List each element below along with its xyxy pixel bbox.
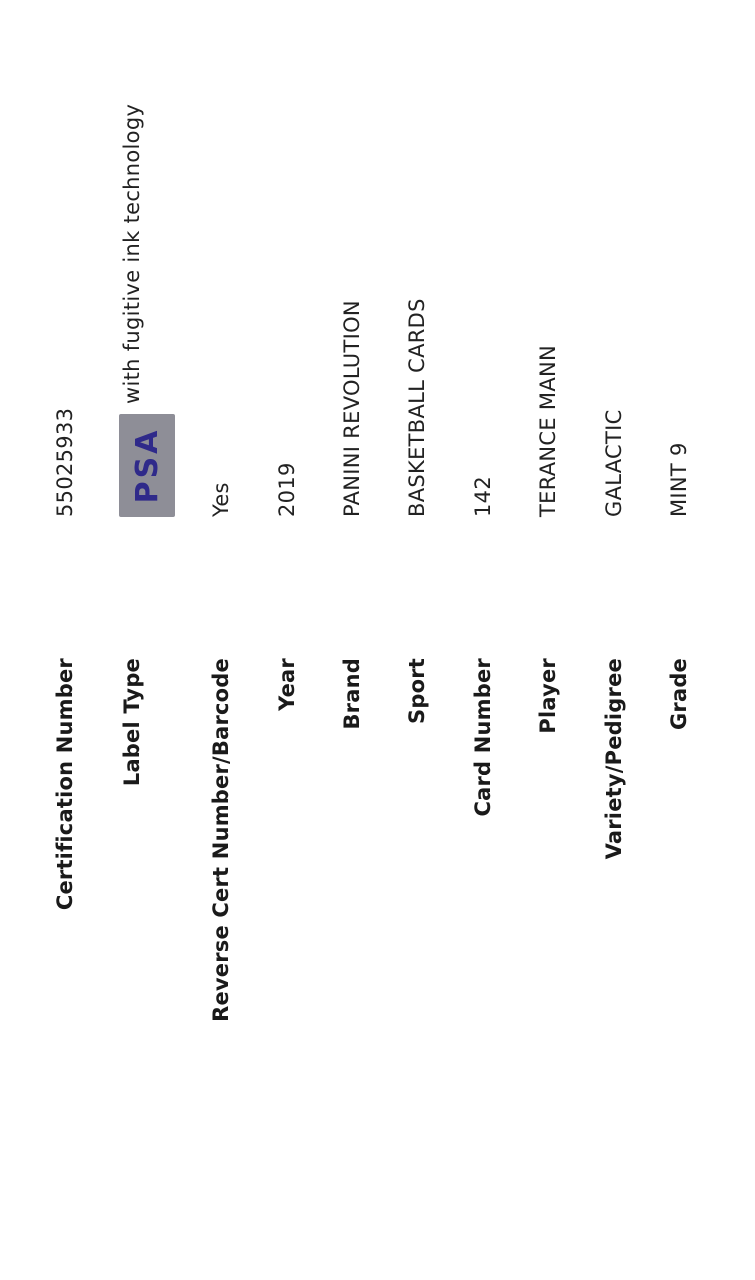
cert-row-year: Year 2019 xyxy=(270,0,310,1280)
row-label: Variety/Pedigree xyxy=(602,658,626,860)
row-value: PANINI REVOLUTION xyxy=(340,300,364,517)
row-label: Grade xyxy=(667,658,691,731)
row-label: Year xyxy=(275,658,299,711)
row-label: Certification Number xyxy=(53,658,77,911)
row-value: 2019 xyxy=(275,462,299,517)
cert-row-brand: Brand PANINI REVOLUTION xyxy=(335,0,375,1280)
cert-row-player: Player TERANCE MANN xyxy=(531,0,571,1280)
cert-row-grade: Grade MINT 9 xyxy=(662,0,702,1280)
cert-row-label-type: Label Type PSA with fugitive ink technol… xyxy=(115,0,179,1280)
cert-row-card-number: Card Number 142 xyxy=(466,0,506,1280)
cert-row-certification-number: Certification Number 55025933 xyxy=(48,0,88,1280)
row-value: with fugitive ink technology xyxy=(120,103,144,404)
cert-row-reverse-cert: Reverse Cert Number/Barcode Yes xyxy=(204,0,244,1280)
row-value: 55025933 xyxy=(53,407,77,517)
row-label: Player xyxy=(536,658,560,734)
row-label: Label Type xyxy=(120,658,144,787)
psa-logo-text: PSA xyxy=(129,427,165,504)
row-value: BASKETBALL CARDS xyxy=(405,298,429,517)
row-value: GALACTIC xyxy=(602,409,626,517)
row-value: TERANCE MANN xyxy=(536,344,560,517)
row-label: Brand xyxy=(340,658,364,730)
row-value: MINT 9 xyxy=(667,442,691,517)
row-label: Reverse Cert Number/Barcode xyxy=(209,658,233,1022)
row-value: 142 xyxy=(471,476,495,517)
psa-logo: PSA xyxy=(119,414,175,517)
cert-details-panel: Certification Number 55025933 Label Type… xyxy=(0,0,755,1280)
row-label: Card Number xyxy=(471,658,495,817)
cert-row-variety-pedigree: Variety/Pedigree GALACTIC xyxy=(597,0,637,1280)
cert-row-sport: Sport BASKETBALL CARDS xyxy=(400,0,440,1280)
row-label: Sport xyxy=(405,658,429,724)
row-value: Yes xyxy=(209,482,233,517)
